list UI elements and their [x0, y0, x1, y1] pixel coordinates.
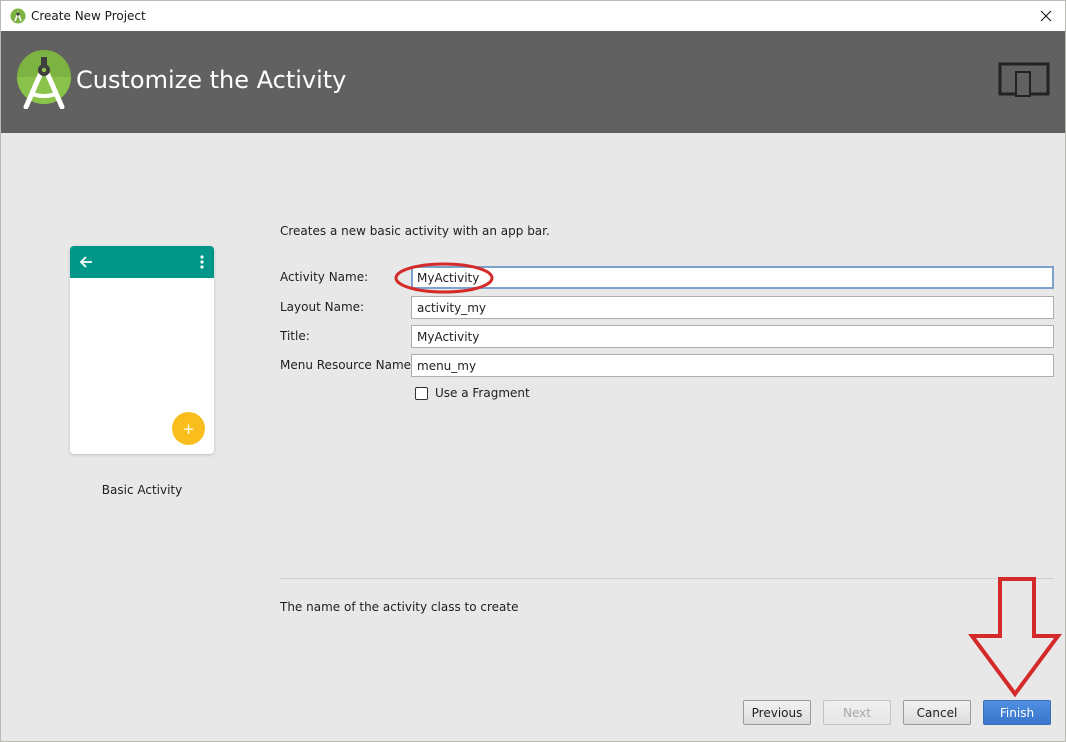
close-button[interactable] [1031, 1, 1061, 31]
page-title: Customize the Activity [76, 66, 347, 94]
cancel-button[interactable]: Cancel [903, 700, 971, 725]
wizard-content: + Basic Activity Creates a new basic act… [1, 133, 1065, 741]
field-hint: The name of the activity class to create [280, 600, 519, 614]
activity-name-input[interactable] [411, 266, 1054, 289]
template-description: Creates a new basic activity with an app… [280, 224, 550, 238]
layout-name-label: Layout Name: [280, 300, 365, 314]
finish-button[interactable]: Finish [983, 700, 1051, 725]
title-bar: Create New Project [1, 1, 1065, 31]
use-fragment-label: Use a Fragment [435, 386, 530, 400]
use-fragment-option[interactable]: Use a Fragment [415, 386, 530, 400]
preview-app-bar [70, 246, 214, 278]
tablet-phone-icon [998, 62, 1050, 97]
close-icon [1040, 10, 1052, 22]
layout-name-input[interactable] [411, 296, 1054, 319]
divider [280, 578, 1054, 579]
menu-resource-name-row: Menu Resource Name: [280, 354, 1054, 377]
layout-name-row: Layout Name: [280, 296, 1054, 319]
overflow-menu-icon [200, 255, 204, 269]
title-row: Title: [280, 325, 1054, 348]
menu-resource-name-label: Menu Resource Name: [280, 358, 416, 372]
template-name: Basic Activity [101, 483, 183, 497]
activity-name-label: Activity Name: [280, 270, 369, 284]
title-label: Title: [280, 329, 310, 343]
android-studio-logo [17, 50, 71, 109]
next-button[interactable]: Next [823, 700, 891, 725]
menu-resource-name-input[interactable] [411, 354, 1054, 377]
title-input[interactable] [411, 325, 1054, 348]
back-arrow-icon [79, 256, 92, 268]
add-icon: + [172, 412, 205, 445]
android-studio-icon [10, 8, 26, 24]
create-new-project-dialog: Create New Project Customize the Activit… [0, 0, 1066, 742]
window-title: Create New Project [31, 9, 146, 23]
activity-name-row: Activity Name: [280, 266, 1054, 289]
previous-button[interactable]: Previous [743, 700, 811, 725]
use-fragment-checkbox[interactable] [415, 386, 428, 400]
wizard-header: Customize the Activity [1, 31, 1065, 133]
activity-preview: + [70, 246, 214, 454]
